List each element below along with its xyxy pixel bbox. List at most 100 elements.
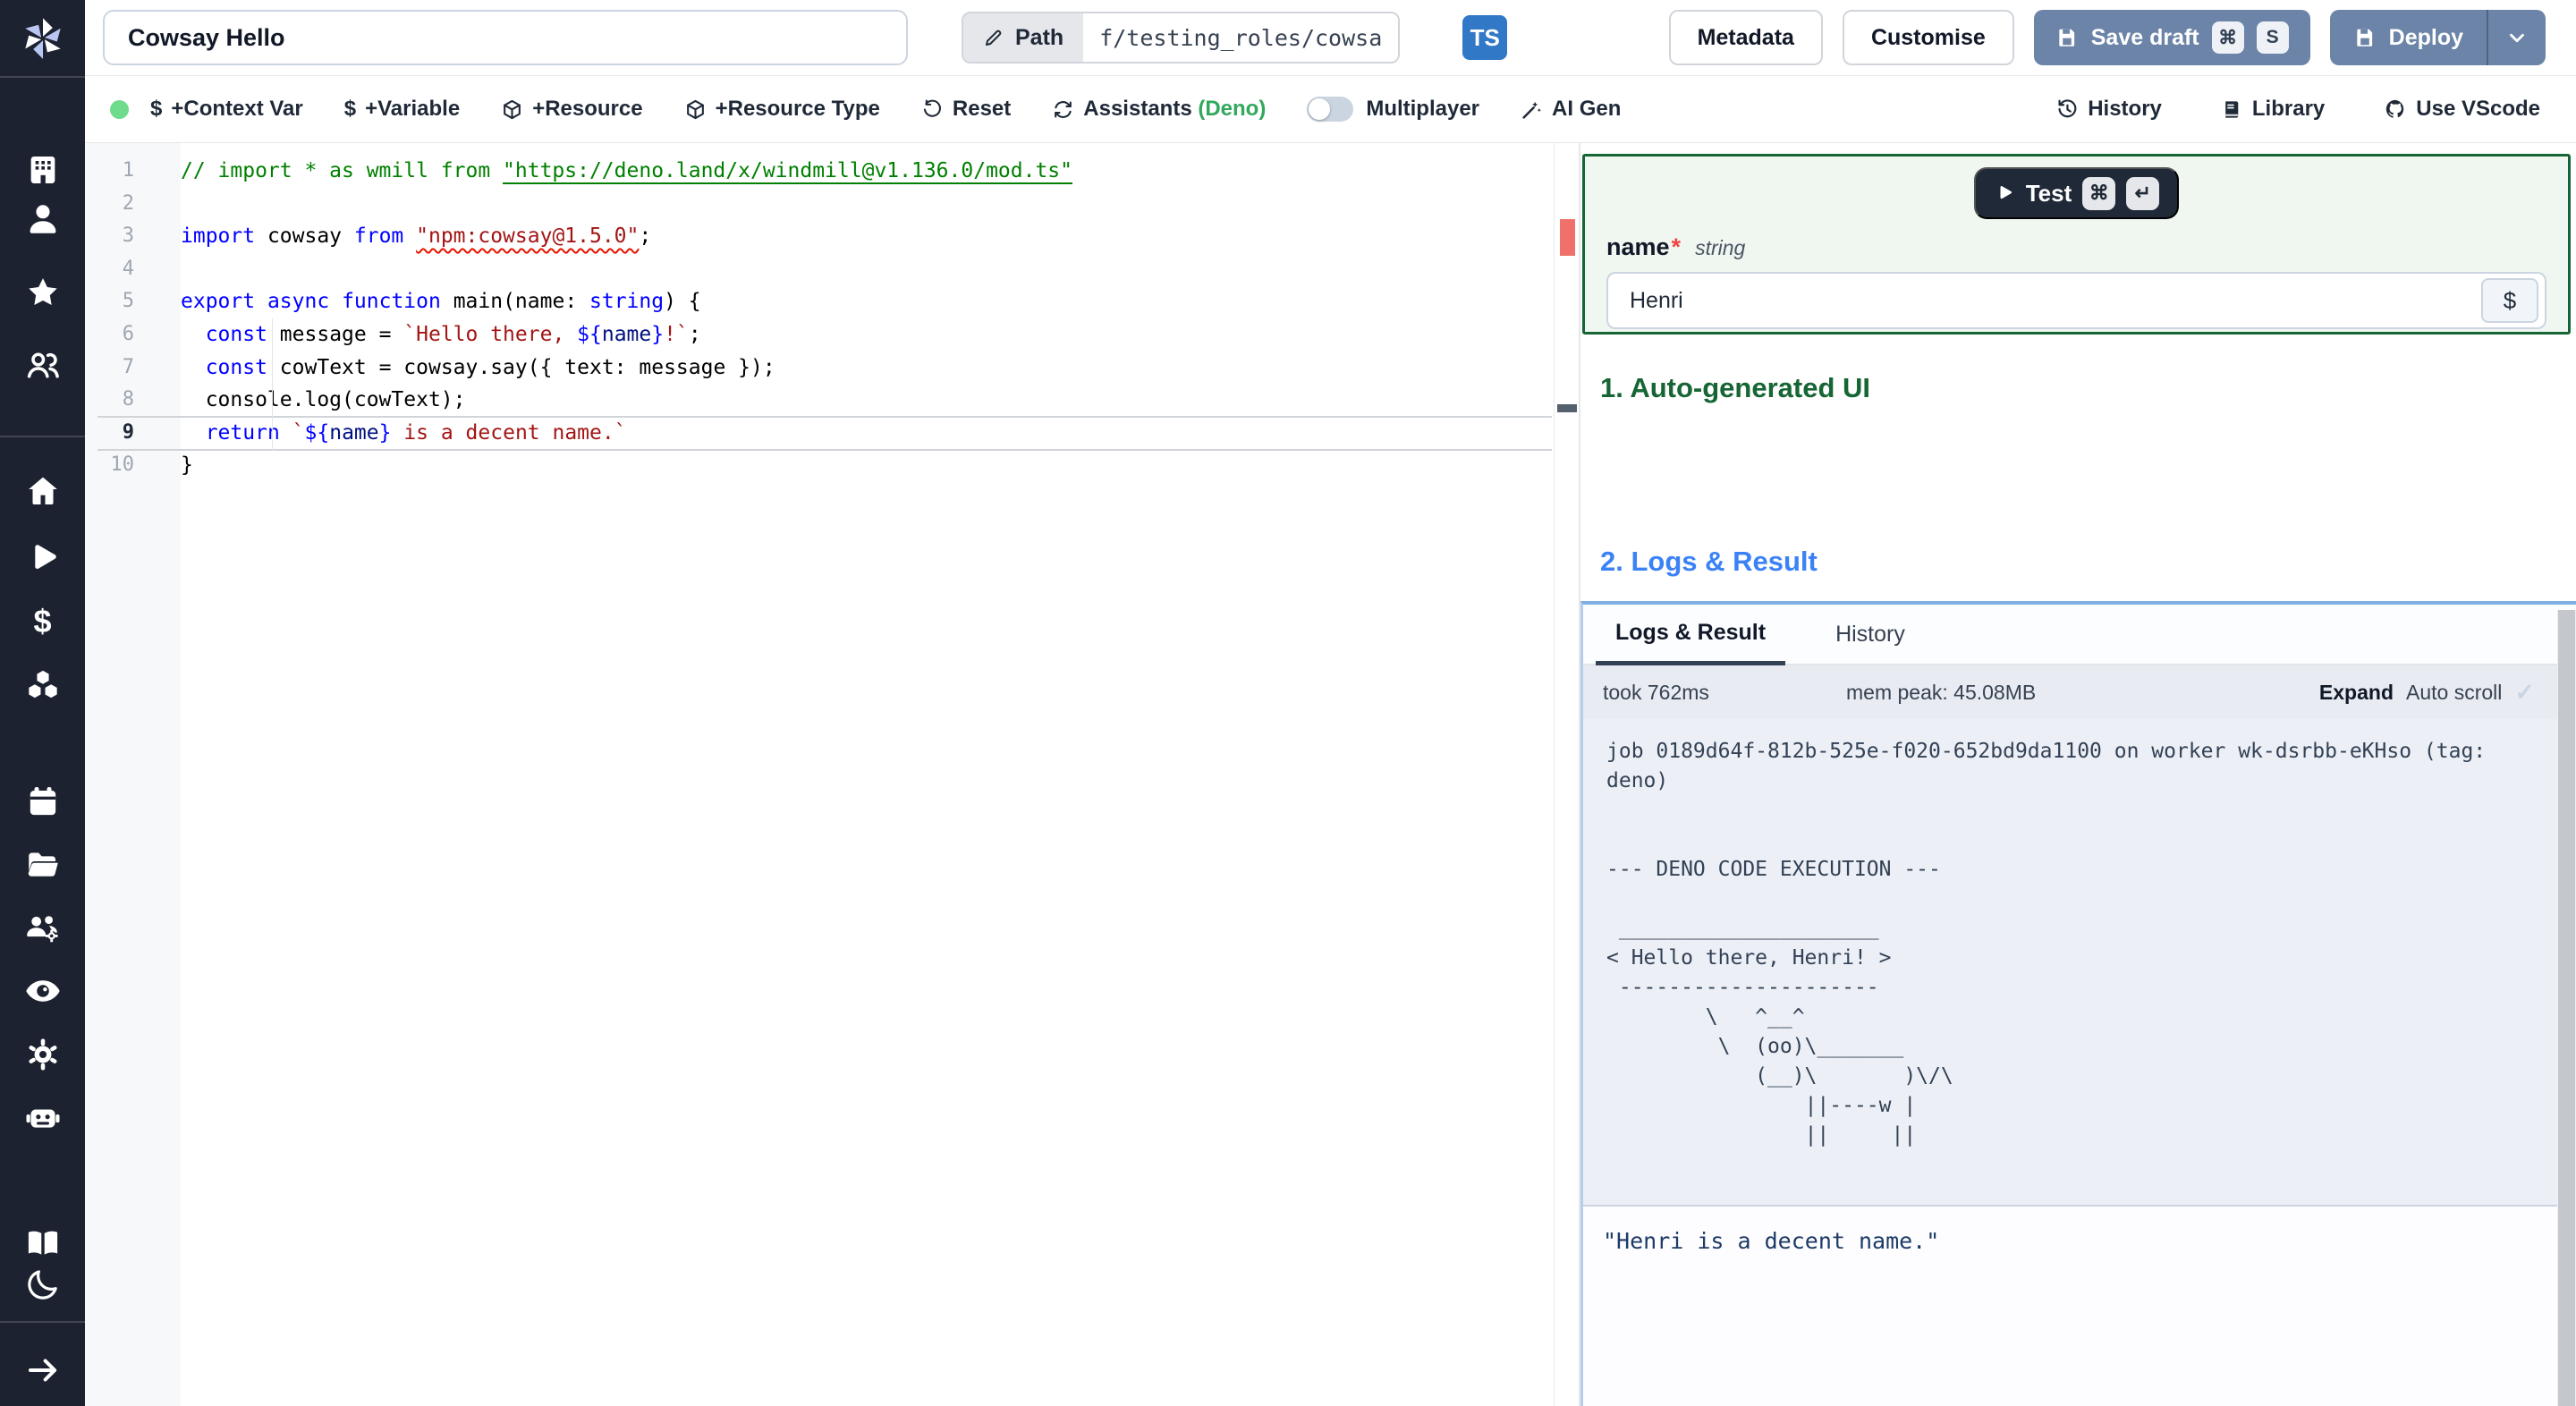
add-resource-type-label: +Resource Type	[715, 97, 880, 121]
ai-gen-label: AI Gen	[1552, 97, 1622, 121]
sidebar-item-groups[interactable]	[0, 338, 85, 392]
sidebar-expand-button[interactable]	[0, 1343, 85, 1397]
sidebar-item-ai[interactable]	[0, 1091, 85, 1145]
kbd-s: S	[2256, 21, 2289, 54]
tab-history[interactable]: History	[1816, 605, 1925, 664]
arrow-right-icon	[28, 1359, 56, 1382]
sidebar-item-settings[interactable]	[0, 1028, 85, 1081]
check-icon: ✓	[2514, 678, 2535, 706]
sidebar-item-dark-mode[interactable]	[0, 1258, 85, 1311]
tab-logs-result[interactable]: Logs & Result	[1596, 605, 1786, 665]
logs-result-panel: Logs & Result History took 762ms mem pea…	[1580, 601, 2576, 1406]
overview-ruler	[1554, 143, 1579, 1406]
sidebar-item-folders[interactable]	[0, 838, 85, 892]
add-variable-button[interactable]: $ +Variable	[344, 97, 460, 122]
auto-generated-form: Test ⌘ ↵ name* string $	[1582, 154, 2571, 335]
section-heading-ui: 1. Auto-generated UI	[1600, 372, 1870, 403]
sidebar-item-runs[interactable]	[0, 530, 85, 584]
assistants-button[interactable]: Assistants (Deno)	[1052, 97, 1266, 122]
cubes-icon	[27, 668, 58, 700]
sidebar-item-variables[interactable]: $	[0, 595, 85, 648]
multiplayer-label: Multiplayer	[1366, 97, 1480, 121]
building-icon	[30, 157, 55, 183]
add-resource-type-button[interactable]: +Resource Type	[684, 97, 880, 122]
use-vscode-label: Use VScode	[2416, 97, 2540, 121]
run-mem-peak: mem peak: 45.08MB	[1846, 680, 2037, 704]
user-icon	[30, 205, 55, 233]
sidebar-divider	[0, 1321, 85, 1323]
windmill-logo[interactable]	[0, 11, 85, 64]
calendar-icon	[30, 787, 55, 816]
path-group: Path f/testing_roles/cowsa	[962, 12, 1401, 64]
path-label: Path	[1015, 24, 1064, 50]
toggle-knob	[1309, 98, 1331, 120]
variable-picker-button[interactable]: $	[2481, 278, 2538, 323]
play-icon	[34, 545, 56, 569]
multiplayer-toggle[interactable]	[1307, 97, 1354, 122]
kbd-cmd: ⌘	[2211, 21, 2244, 54]
add-resource-label: +Resource	[532, 97, 643, 121]
name-field[interactable]	[1606, 272, 2546, 329]
sidebar-item-audit-logs[interactable]	[0, 964, 85, 1018]
code-editor[interactable]: 1 2 3 4 5 6 7 8 9 10 // import * as wmill from "h…	[85, 143, 1579, 1406]
use-vscode-button[interactable]: Use VScode	[2384, 97, 2540, 122]
auto-scroll-toggle[interactable]: Auto scroll	[2406, 681, 2502, 705]
section-heading-logs: 2. Logs & Result	[1600, 546, 1818, 577]
eye-icon	[25, 980, 60, 1002]
customise-button[interactable]: Customise	[1842, 10, 2014, 65]
library-label: Library	[2251, 97, 2326, 121]
field-name: name*	[1606, 233, 1682, 260]
test-button[interactable]: Test ⌘ ↵	[1973, 167, 2180, 219]
deploy-label: Deploy	[2388, 24, 2463, 50]
line-numbers: 1 2 3 4 5 6 7 8 9 10	[85, 143, 181, 1406]
scrollbar-thumb[interactable]	[2558, 610, 2575, 1406]
deploy-dropdown-button[interactable]	[2487, 10, 2546, 65]
path-value[interactable]: f/testing_roles/cowsa	[1083, 13, 1399, 62]
sidebar-item-workspace[interactable]	[0, 143, 85, 197]
assistants-lang: (Deno)	[1198, 97, 1267, 121]
reset-label: Reset	[952, 97, 1012, 121]
user-group-icon	[27, 352, 59, 378]
save-draft-button[interactable]: Save draft ⌘ S	[2033, 10, 2310, 65]
save-draft-label: Save draft	[2090, 24, 2199, 50]
kbd-enter: ↵	[2126, 176, 2160, 210]
script-title-input[interactable]	[103, 10, 908, 65]
dollar-icon: $	[150, 97, 163, 121]
deploy-button[interactable]: Deploy	[2329, 10, 2487, 65]
vscode-icon	[2386, 99, 2404, 118]
expand-button[interactable]: Expand	[2319, 681, 2394, 705]
workspace: 1 2 3 4 5 6 7 8 9 10 // import * as wmill from "h…	[85, 143, 2576, 1406]
field-label-row: name* string	[1606, 233, 2546, 261]
sidebar-divider	[0, 76, 85, 78]
play-icon	[2000, 186, 2012, 199]
add-context-var-button[interactable]: $ +Context Var	[150, 97, 303, 122]
history-label: History	[2088, 97, 2162, 121]
reset-button[interactable]: Reset	[921, 97, 1011, 122]
sidebar-item-user[interactable]	[0, 192, 85, 246]
sidebar-item-favorites[interactable]	[0, 266, 85, 319]
windmill-logo-icon	[24, 18, 61, 59]
add-resource-button[interactable]: +Resource	[501, 97, 643, 122]
ai-gen-button[interactable]: AI Gen	[1521, 97, 1621, 122]
sidebar-item-resources[interactable]	[0, 657, 85, 711]
sidebar-item-workers[interactable]	[0, 902, 85, 955]
book-icon	[2225, 100, 2239, 118]
editor-toolbar: $ +Context Var $ +Variable +Resource +Re…	[85, 76, 2576, 143]
preview-panel: Test ⌘ ↵ name* string $ 1. Auto-gener	[1579, 143, 2576, 1406]
field-type: string	[1695, 236, 1746, 259]
sidebar-divider	[0, 436, 85, 437]
edit-path-button[interactable]: Path	[963, 13, 1084, 62]
users-gear-icon	[26, 916, 57, 943]
top-bar: Path f/testing_roles/cowsa TS Metadata C…	[85, 0, 2576, 76]
sidebar-item-schedules[interactable]	[0, 775, 85, 829]
magic-wand-icon	[1522, 101, 1542, 119]
code-lines[interactable]: // import * as wmill from "https://deno.…	[181, 143, 1554, 1406]
sidebar-item-home[interactable]	[0, 464, 85, 518]
library-button[interactable]: Library	[2221, 97, 2325, 122]
deploy-button-group: Deploy	[2329, 10, 2546, 65]
chevron-down-icon	[2510, 33, 2524, 43]
run-duration: took 762ms	[1603, 680, 1709, 704]
moon-icon	[27, 1270, 57, 1300]
history-button[interactable]: History	[2055, 97, 2162, 122]
metadata-button[interactable]: Metadata	[1668, 10, 1823, 65]
